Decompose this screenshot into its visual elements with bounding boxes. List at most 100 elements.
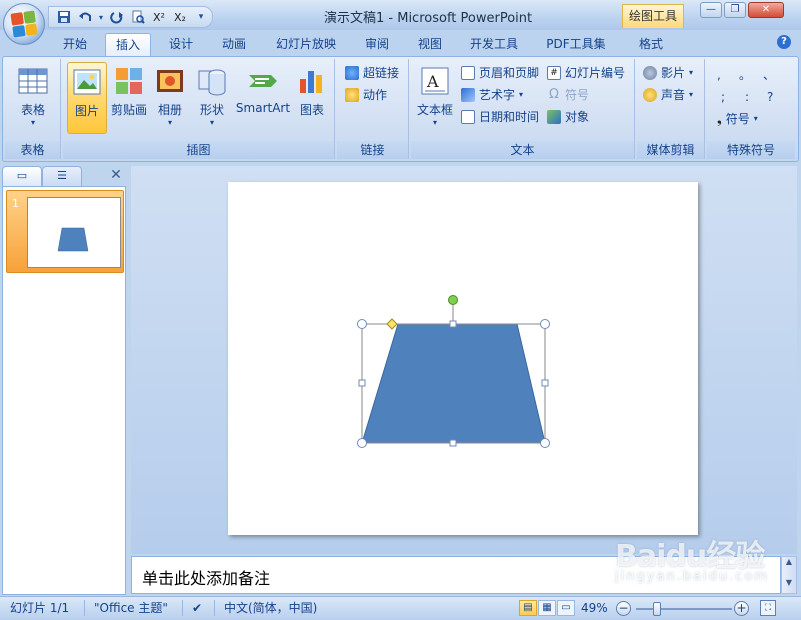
help-icon[interactable]: ?	[777, 35, 791, 49]
slide-number-icon: #	[547, 66, 561, 80]
tab-design[interactable]: 设计	[158, 33, 204, 56]
outline-tab-icon: ☰	[57, 169, 67, 182]
subscript-button[interactable]: X₂	[171, 8, 189, 26]
symbol-semicolon[interactable]: ;	[721, 87, 725, 107]
customize-qat-icon[interactable]: ▾	[192, 8, 210, 26]
minimize-button[interactable]: —	[700, 2, 722, 18]
superscript-button[interactable]: X²	[150, 8, 168, 26]
fit-to-window-icon[interactable]: ⛶	[760, 600, 776, 616]
tab-outline[interactable]: ☰	[42, 166, 82, 186]
normal-view-button[interactable]: ▤	[519, 600, 537, 616]
trapezoid-shape[interactable]	[361, 323, 546, 444]
movie-button[interactable]: 影片 ▾	[643, 63, 693, 83]
symbol-colon[interactable]: :	[745, 87, 749, 107]
shapes-button[interactable]: 形状 ▾	[191, 62, 233, 134]
zoom-out-button[interactable]: −	[616, 601, 631, 616]
photo-album-label: 相册	[157, 103, 182, 117]
zoom-slider-track[interactable]	[636, 608, 732, 610]
zoom-level[interactable]: 49%	[581, 597, 608, 620]
tab-insert[interactable]: 插入	[105, 33, 151, 56]
rotation-handle[interactable]	[448, 295, 458, 305]
resize-handle-left[interactable]	[358, 379, 366, 387]
slide-thumbnail-number: 1	[12, 197, 19, 210]
header-footer-button[interactable]: 页眉和页脚	[461, 63, 539, 83]
scroll-up-icon[interactable]: ▲	[782, 557, 796, 566]
symbol-comma[interactable]: ,	[717, 65, 721, 85]
date-time-button[interactable]: 日期和时间	[461, 107, 539, 127]
symbol-question[interactable]: ?	[767, 87, 773, 107]
spellcheck-icon[interactable]: ✔	[192, 597, 202, 620]
undo-icon[interactable]	[76, 8, 94, 26]
save-icon[interactable]	[55, 8, 73, 26]
close-pane-icon[interactable]: ✕	[108, 166, 124, 184]
undo-dropdown-icon[interactable]: ▾	[97, 8, 105, 26]
picture-button[interactable]: 图片	[67, 62, 107, 134]
adjustment-handle[interactable]	[386, 318, 398, 330]
scroll-down-icon[interactable]: ▼	[782, 578, 796, 587]
tab-slides[interactable]: ▭	[2, 166, 42, 186]
textbox-label: 文本框	[416, 103, 453, 117]
tab-review[interactable]: 审阅	[354, 33, 400, 56]
wordart-label: 艺术字	[479, 88, 516, 102]
tab-developer[interactable]: 开发工具	[462, 33, 526, 56]
office-logo-icon	[10, 10, 38, 38]
slide-thumbnail-1[interactable]: 1	[6, 190, 124, 273]
tab-slideshow[interactable]: 幻灯片放映	[266, 33, 346, 56]
slideshow-view-button[interactable]: ▭	[557, 600, 575, 616]
redo-icon[interactable]	[108, 8, 126, 26]
symbol-enumeration-comma[interactable]: 、	[763, 65, 775, 85]
print-preview-icon[interactable]	[129, 8, 147, 26]
wordart-button[interactable]: 艺术字 ▾	[461, 85, 523, 105]
resize-handle-right[interactable]	[541, 379, 549, 387]
resize-handle-top-right[interactable]	[540, 319, 550, 329]
symbol-button[interactable]: Ω 符号	[547, 85, 589, 105]
sound-button[interactable]: 声音 ▾	[643, 85, 693, 105]
movie-icon	[643, 66, 657, 80]
chevron-down-icon: ▾	[753, 114, 758, 123]
tab-animations[interactable]: 动画	[211, 33, 257, 56]
close-button[interactable]: ✕	[748, 2, 784, 18]
resize-handle-bottom[interactable]	[449, 439, 457, 447]
slide-sorter-view-button[interactable]: ▦	[538, 600, 556, 616]
zoom-slider-thumb[interactable]	[653, 602, 661, 616]
symbol-period[interactable]: 。	[739, 65, 751, 85]
zoom-in-button[interactable]: +	[734, 601, 749, 616]
smartart-label: SmartArt	[235, 101, 291, 115]
group-label-table: 表格	[5, 141, 60, 159]
tab-home[interactable]: 开始	[52, 33, 98, 56]
special-symbol-icon: ❟	[717, 112, 722, 126]
office-button[interactable]	[3, 3, 45, 45]
smartart-button[interactable]: SmartArt	[235, 62, 291, 134]
action-button[interactable]: 动作	[345, 85, 387, 105]
notes-scrollbar[interactable]: ▲ ▼	[781, 556, 797, 594]
header-footer-icon	[461, 66, 475, 80]
photo-album-button[interactable]: 相册 ▾	[151, 62, 189, 134]
resize-handle-top-left[interactable]	[357, 319, 367, 329]
clipart-button[interactable]: 剪贴画	[109, 62, 149, 134]
tab-format[interactable]: 格式	[628, 33, 674, 56]
picture-icon	[71, 66, 103, 98]
chevron-down-icon: ▾	[167, 118, 172, 127]
special-symbol-button[interactable]: ❟ 符号 ▾	[717, 109, 758, 129]
smartart-icon	[247, 65, 279, 97]
calendar-icon	[461, 110, 475, 124]
textbox-button[interactable]: A 文本框 ▾	[415, 62, 455, 134]
tab-view[interactable]: 视图	[407, 33, 453, 56]
object-button[interactable]: 对象	[547, 107, 589, 127]
resize-handle-bottom-left[interactable]	[357, 438, 367, 448]
wordart-icon	[461, 88, 475, 102]
tab-pdf-tools[interactable]: PDF工具集	[538, 33, 614, 56]
slide-canvas[interactable]	[228, 182, 698, 535]
watermark-subtext: jingyan.baidu.com	[615, 569, 769, 584]
restore-button[interactable]: ❐	[724, 2, 746, 18]
chart-button[interactable]: 图表	[293, 62, 331, 134]
table-button[interactable]: 表格 ▾	[9, 62, 57, 134]
omega-icon: Ω	[549, 87, 559, 102]
status-separator	[182, 600, 183, 616]
picture-label: 图片	[74, 104, 99, 118]
slide-number-button[interactable]: # 幻灯片编号	[547, 63, 625, 83]
hyperlink-button[interactable]: 超链接	[345, 63, 399, 83]
resize-handle-top[interactable]	[449, 320, 457, 328]
clipart-icon	[113, 65, 145, 97]
resize-handle-bottom-right[interactable]	[540, 438, 550, 448]
